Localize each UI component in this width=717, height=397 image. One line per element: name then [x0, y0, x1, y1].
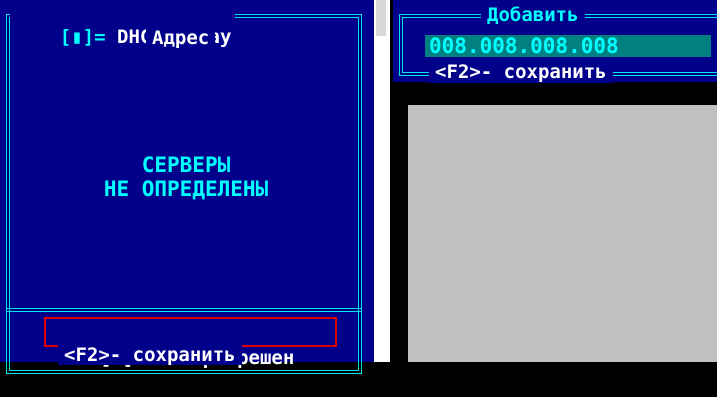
empty-message-line2: НЕ ОПРЕДЕЛЕНЫ [103, 177, 269, 201]
add-dialog-shadow [424, 82, 717, 104]
panel-subtitle: Адрес [146, 27, 216, 49]
dialog-footer-hint: <F2>- сохранить [429, 61, 613, 83]
dhcp-relay-panel: [▮]= DHCP Relay Адрес СЕРВЕРЫ НЕ ОПРЕДЕЛ… [0, 0, 374, 374]
panel-footer-hint: <F2>- сохранить [58, 345, 242, 365]
panel-divider [6, 308, 362, 312]
scrollbar-track[interactable] [374, 0, 390, 362]
title-separator: = [94, 26, 106, 48]
ip-address-input[interactable]: 008.008.008.008 [425, 35, 711, 57]
dialog-title: Добавить [481, 4, 585, 26]
add-dialog: Добавить 008.008.008.008 <F2>- сохранить [393, 0, 717, 83]
empty-message: СЕРВЕРЫ НЕ ОПРЕДЕЛЕНЫ [8, 153, 364, 201]
dhcp-enabled-checkbox[interactable]: [ ] DHCP разрешен [44, 317, 337, 369]
scrollbar-thumb[interactable] [376, 0, 386, 36]
window-marker[interactable]: [▮] [60, 26, 94, 48]
empty-message-line1: СЕРВЕРЫ [141, 153, 231, 177]
gray-content-area [408, 105, 717, 362]
